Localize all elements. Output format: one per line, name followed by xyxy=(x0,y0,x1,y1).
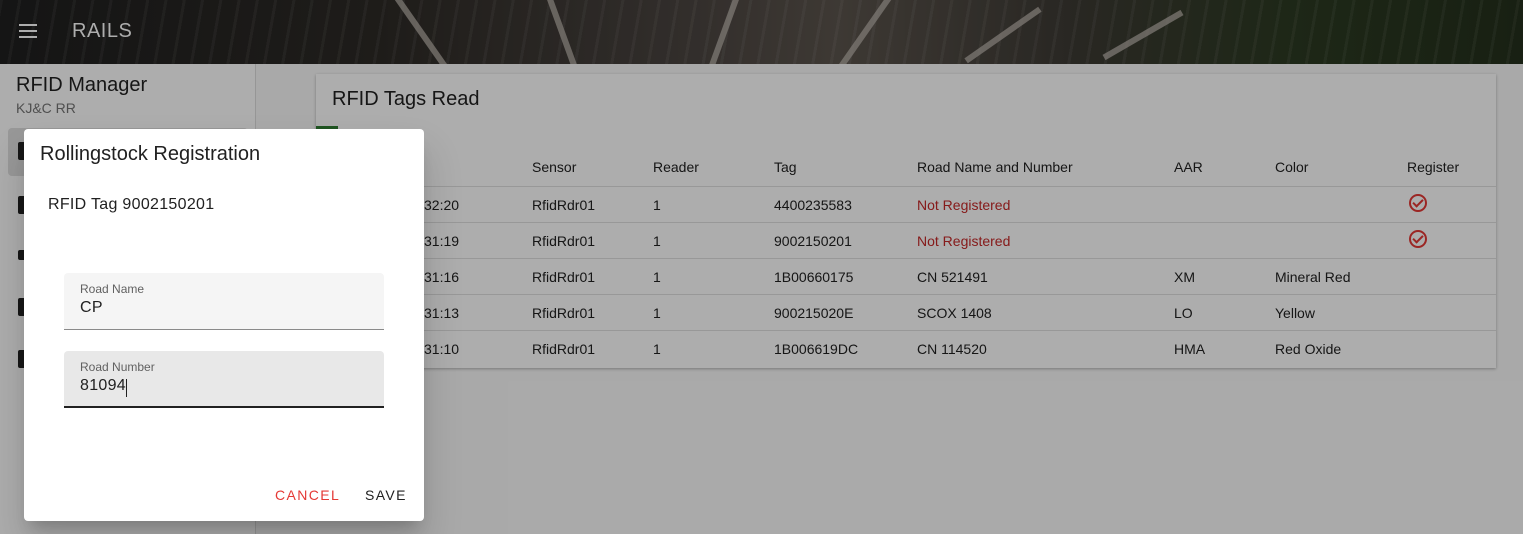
text-caret xyxy=(126,379,127,397)
road-name-label: Road Name xyxy=(80,282,145,296)
cancel-button[interactable]: CANCEL xyxy=(275,487,340,503)
dialog-title: Rollingstock Registration xyxy=(40,143,261,165)
road-number-field[interactable]: Road Number xyxy=(64,351,384,408)
road-number-input[interactable] xyxy=(80,377,370,395)
road-name-field[interactable]: Road Name xyxy=(64,273,384,330)
road-number-label: Road Number xyxy=(80,360,155,374)
rfid-tag-text: RFID Tag 9002150201 xyxy=(48,196,215,213)
save-button[interactable]: SAVE xyxy=(365,487,407,503)
registration-dialog: Rollingstock Registration RFID Tag 90021… xyxy=(24,129,424,521)
road-name-input[interactable] xyxy=(80,299,370,317)
